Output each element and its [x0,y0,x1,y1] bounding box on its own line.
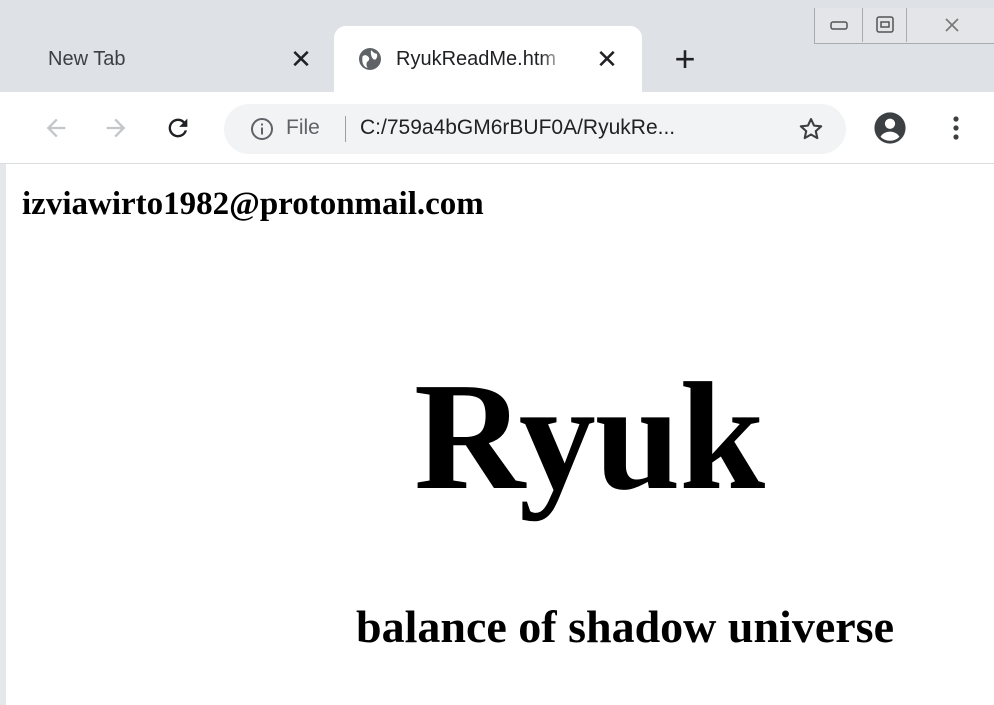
close-icon[interactable]: ✕ [592,26,622,92]
maximize-icon [875,16,894,33]
url-text[interactable]: C:/759a4bGM6rBUF0A/RyukRe... [360,116,675,140]
info-icon[interactable] [250,117,274,141]
minimize-icon [829,21,848,30]
forward-button[interactable] [96,108,136,148]
plus-icon: + [674,38,696,79]
profile-button[interactable] [870,108,910,148]
more-vert-icon [953,116,959,140]
tab-new-tab[interactable]: New Tab ✕ [14,26,332,92]
window-close-button[interactable] [907,8,994,42]
new-tab-button[interactable]: + [664,38,706,80]
reload-button[interactable] [158,108,198,148]
arrow-left-icon [46,118,66,138]
tab-ryuk-readme[interactable]: RyukReadMe.htm ✕ [334,26,642,92]
star-icon [799,118,823,140]
minimize-button[interactable] [815,8,863,42]
account-circle-icon [874,112,906,144]
window-controls [814,8,994,44]
contact-email: izviawirto1982@protonmail.com [22,186,484,222]
page-title: Ryuk [414,352,765,522]
browser-toolbar: File C:/759a4bGM6rBUF0A/RyukRe... [0,92,994,164]
back-button[interactable] [36,108,76,148]
arrow-right-icon [106,118,126,138]
tab-strip: New Tab ✕ RyukReadMe.htm ✕ + [0,0,994,92]
page-subtitle: balance of shadow universe [356,601,894,652]
tab-title: RyukReadMe.htm [396,47,557,70]
bookmark-button[interactable] [794,112,828,146]
menu-button[interactable] [938,108,974,148]
maximize-button[interactable] [863,8,907,42]
page-content: izviawirto1982@protonmail.com Ryuk balan… [0,164,994,705]
close-icon [945,18,959,32]
tab-title: New Tab [48,47,126,70]
close-icon[interactable]: ✕ [286,26,316,92]
reload-icon [168,118,188,138]
globe-icon [359,48,381,70]
scheme-label: File [286,116,320,139]
browser-window: New Tab ✕ RyukReadMe.htm ✕ + File C:/759… [0,0,994,705]
omnibox-divider [345,116,346,142]
address-bar[interactable]: File C:/759a4bGM6rBUF0A/RyukRe... [224,104,846,154]
